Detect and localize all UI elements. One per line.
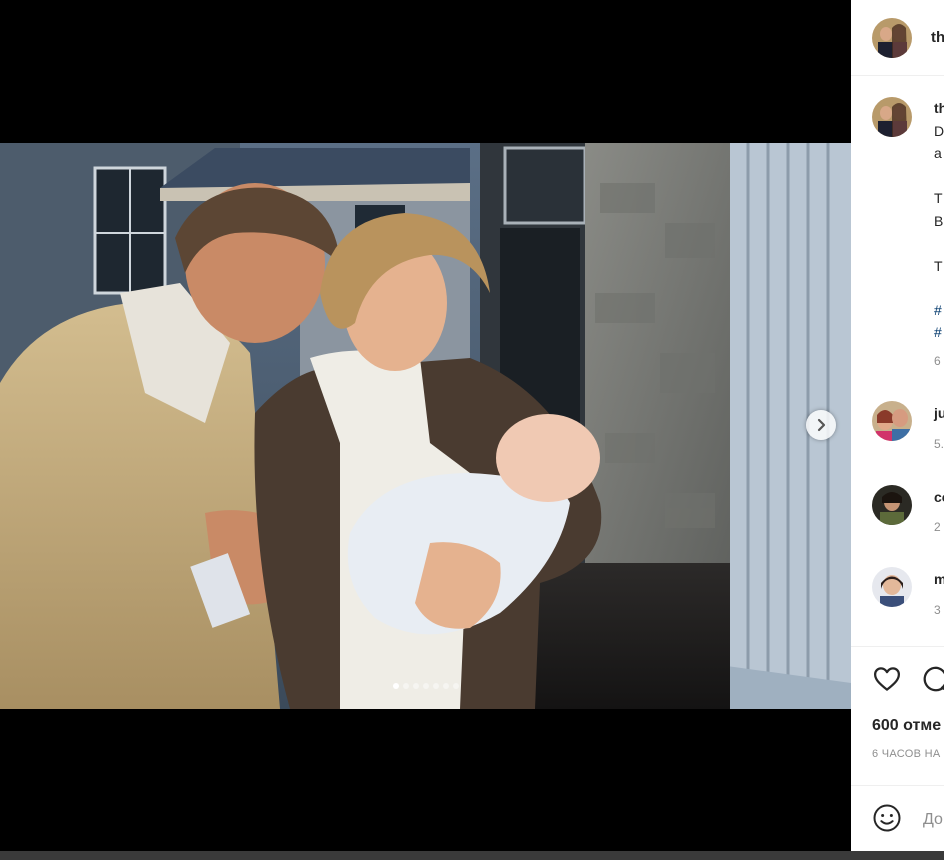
- slide-dot: [452, 683, 459, 689]
- caption-hashtag[interactable]: #: [934, 302, 942, 318]
- caption-line: B: [934, 213, 944, 229]
- comment-time: 5.: [934, 437, 944, 451]
- divider: [851, 785, 944, 786]
- divider: [851, 646, 944, 647]
- comment-username[interactable]: ju: [934, 405, 944, 421]
- photo-illustration: [0, 143, 851, 709]
- avatar-image: [872, 401, 912, 441]
- comment-input[interactable]: [921, 807, 944, 833]
- slide-indicator: [0, 683, 851, 691]
- avatar-image: [872, 18, 912, 58]
- comment-time: 2: [934, 520, 941, 534]
- caption-time: 6: [934, 354, 941, 368]
- comment-time: 3: [934, 603, 941, 617]
- likes-count[interactable]: 600 отме: [872, 717, 941, 735]
- slide-dot: [402, 683, 409, 689]
- comment-username[interactable]: m: [934, 571, 944, 587]
- caption-author-avatar[interactable]: [872, 97, 912, 137]
- slide-dot: [422, 683, 429, 689]
- comment-icon[interactable]: [921, 664, 944, 694]
- comment-username[interactable]: co: [934, 489, 944, 505]
- comment-avatar[interactable]: [872, 567, 912, 607]
- comment-avatar[interactable]: [872, 401, 912, 441]
- avatar-image: [872, 485, 912, 525]
- caption-line: T: [934, 190, 943, 206]
- avatar-image: [872, 567, 912, 607]
- chevron-right-icon: [817, 418, 826, 432]
- next-slide-button[interactable]: [806, 410, 836, 440]
- post-header: th: [851, 0, 944, 76]
- caption-line: a: [934, 145, 942, 161]
- post-side-panel: th th D a T B T # # 6 ju 5. c 2 m 3 600 …: [851, 0, 944, 851]
- post-media: [0, 0, 851, 851]
- post-photo[interactable]: [0, 143, 851, 709]
- post-date: 6 ЧАСОВ НА: [872, 748, 941, 760]
- slide-dot: [392, 683, 399, 689]
- heart-icon[interactable]: [872, 664, 902, 694]
- avatar-image: [872, 97, 912, 137]
- caption-hashtag[interactable]: #: [934, 324, 942, 340]
- caption-line: T: [934, 258, 943, 274]
- emoji-icon[interactable]: [872, 803, 902, 833]
- slide-dot: [412, 683, 419, 689]
- caption-username[interactable]: th: [934, 100, 944, 116]
- slide-dot: [442, 683, 449, 689]
- caption-line: D: [934, 123, 944, 139]
- bottom-strip: [0, 851, 944, 860]
- slide-dot: [432, 683, 439, 689]
- author-avatar[interactable]: [872, 18, 912, 58]
- comment-avatar[interactable]: [872, 485, 912, 525]
- author-username[interactable]: th: [931, 29, 944, 46]
